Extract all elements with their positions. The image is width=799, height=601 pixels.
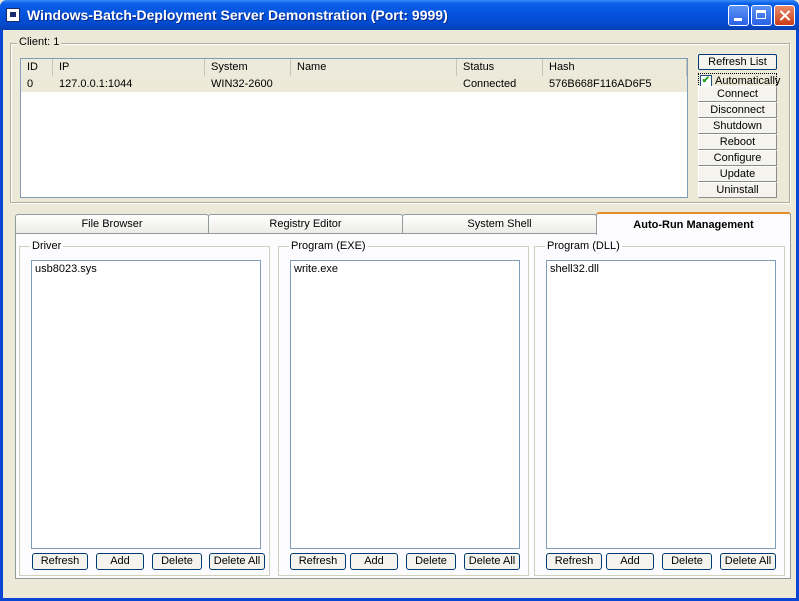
driver-group: Driver usb8023.sys Refresh Add Delete De… bbox=[19, 240, 270, 576]
client-list-header: ID IP System Name Status Hash bbox=[21, 59, 687, 77]
title-bar[interactable]: Windows-Batch-Deployment Server Demonstr… bbox=[0, 0, 799, 30]
tab-system-shell[interactable]: System Shell bbox=[402, 214, 597, 234]
program-exe-label: Program (EXE) bbox=[289, 240, 368, 252]
reboot-button[interactable]: Reboot bbox=[698, 134, 777, 150]
exe-refresh-button[interactable]: Refresh bbox=[290, 553, 346, 570]
dll-delete-button[interactable]: Delete bbox=[662, 553, 712, 570]
driver-delete-all-button[interactable]: Delete All bbox=[209, 553, 265, 570]
main-window: Windows-Batch-Deployment Server Demonstr… bbox=[0, 0, 799, 601]
client-row[interactable]: 0 127.0.0.1:1044 WIN32-2600 Connected 57… bbox=[21, 76, 687, 92]
column-header-id[interactable]: ID bbox=[21, 59, 53, 76]
dll-delete-all-button[interactable]: Delete All bbox=[720, 553, 776, 570]
uninstall-button[interactable]: Uninstall bbox=[698, 182, 777, 198]
tab-strip: File Browser Registry Editor System Shel… bbox=[15, 212, 791, 235]
client-status: Connected bbox=[463, 78, 517, 90]
exe-delete-all-button[interactable]: Delete All bbox=[464, 553, 520, 570]
column-header-hash[interactable]: Hash bbox=[543, 59, 687, 76]
client-list[interactable]: ID IP System Name Status Hash 0 127.0.0.… bbox=[20, 58, 688, 198]
list-item[interactable]: write.exe bbox=[294, 263, 338, 275]
client-system: WIN32-2600 bbox=[211, 78, 273, 90]
driver-label: Driver bbox=[30, 240, 64, 252]
app-icon[interactable] bbox=[6, 8, 20, 22]
driver-add-button[interactable]: Add bbox=[96, 553, 144, 570]
close-button[interactable] bbox=[774, 5, 795, 26]
disconnect-button[interactable]: Disconnect bbox=[698, 102, 777, 118]
column-header-name[interactable]: Name bbox=[291, 59, 457, 76]
program-dll-label: Program (DLL) bbox=[545, 240, 622, 252]
list-item[interactable]: shell32.dll bbox=[550, 263, 599, 275]
exe-delete-button[interactable]: Delete bbox=[406, 553, 456, 570]
connect-button[interactable]: Connect bbox=[698, 86, 777, 102]
update-button[interactable]: Update bbox=[698, 166, 777, 182]
program-exe-group: Program (EXE) write.exe Refresh Add Dele… bbox=[278, 240, 529, 576]
window-title: Windows-Batch-Deployment Server Demonstr… bbox=[27, 7, 448, 23]
program-exe-list[interactable]: write.exe bbox=[290, 260, 520, 549]
dll-add-button[interactable]: Add bbox=[606, 553, 654, 570]
driver-list[interactable]: usb8023.sys bbox=[31, 260, 261, 549]
driver-delete-button[interactable]: Delete bbox=[152, 553, 202, 570]
maximize-button[interactable] bbox=[751, 5, 772, 26]
tab-registry-editor[interactable]: Registry Editor bbox=[208, 214, 403, 234]
column-header-system[interactable]: System bbox=[205, 59, 291, 76]
client-id: 0 bbox=[27, 78, 34, 90]
program-dll-list[interactable]: shell32.dll bbox=[546, 260, 776, 549]
client-ip: 127.0.0.1:1044 bbox=[59, 78, 133, 90]
program-dll-group: Program (DLL) shell32.dll Refresh Add De… bbox=[534, 240, 785, 576]
refresh-list-button[interactable]: Refresh List bbox=[698, 54, 777, 70]
client-name bbox=[291, 76, 457, 92]
dll-refresh-button[interactable]: Refresh bbox=[546, 553, 602, 570]
client-group: Client: 1 ID IP System Name Status Hash … bbox=[10, 36, 790, 203]
driver-refresh-button[interactable]: Refresh bbox=[32, 553, 88, 570]
client-hash: 576B668F116AD6F5 bbox=[549, 78, 652, 90]
configure-button[interactable]: Configure bbox=[698, 150, 777, 166]
shutdown-button[interactable]: Shutdown bbox=[698, 118, 777, 134]
exe-add-button[interactable]: Add bbox=[350, 553, 398, 570]
minimize-button[interactable] bbox=[728, 5, 749, 26]
list-item[interactable]: usb8023.sys bbox=[35, 263, 97, 275]
column-header-status[interactable]: Status bbox=[457, 59, 543, 76]
client-count-label: Client: 1 bbox=[17, 36, 62, 48]
auto-run-panel: Driver usb8023.sys Refresh Add Delete De… bbox=[15, 233, 791, 579]
tab-auto-run-management[interactable]: Auto-Run Management bbox=[596, 212, 791, 235]
tab-file-browser[interactable]: File Browser bbox=[15, 214, 209, 234]
column-header-ip[interactable]: IP bbox=[53, 59, 205, 76]
